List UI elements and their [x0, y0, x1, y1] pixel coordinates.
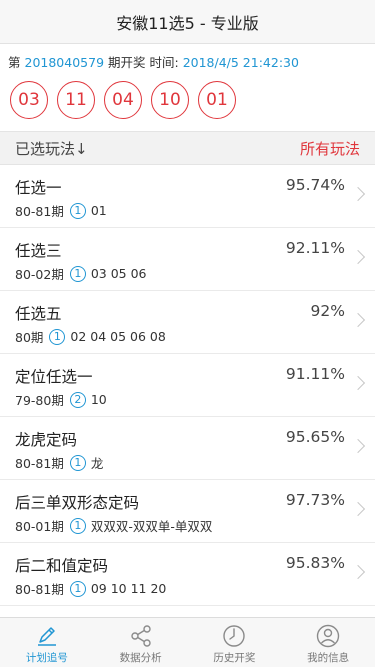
draw-ball: 11: [57, 81, 95, 119]
draw-middle: 期开奖 时间:: [108, 55, 179, 70]
play-numbers: 09 10 11 20: [90, 581, 167, 596]
play-badge: 1: [49, 328, 66, 345]
play-numbers: 双双双-双双单-单双双: [90, 519, 213, 534]
play-period: 80-81期: [15, 204, 64, 219]
play-period: 79-80期: [15, 393, 64, 408]
user-icon: [316, 624, 340, 648]
play-row[interactable]: 任选一 95.74% 80-81期 1 01: [0, 165, 375, 228]
play-numbers: 03 05 06: [90, 266, 147, 281]
play-detail: 80-01期 1 双双双-双双单-单双双: [15, 516, 212, 535]
tab-label: 计划追号: [25, 652, 68, 664]
all-plays-link[interactable]: 所有玩法: [300, 138, 360, 159]
app-header: 安徽11选5 - 专业版: [0, 0, 375, 44]
play-row[interactable]: 后三单双形态定码 97.73% 80-01期 1 双双双-双双单-单双双: [0, 480, 375, 543]
play-percent: 95.83%: [285, 554, 345, 572]
tab-profile[interactable]: 我的信息: [281, 618, 375, 667]
draw-time: 2018/4/5 21:42:30: [182, 55, 299, 70]
play-percent: 92%: [310, 302, 345, 320]
play-name: 任选三: [15, 242, 62, 260]
draw-balls: 03 11 04 10 01: [0, 71, 375, 131]
play-detail: 80-81期 1 09 10 11 20: [15, 579, 166, 598]
page-title: 安徽11选5 - 专业版: [116, 13, 259, 33]
draw-ball: 03: [10, 81, 48, 119]
play-badge: 1: [69, 580, 86, 597]
clock-icon: [223, 625, 246, 647]
play-detail: 80-02期 1 03 05 06: [15, 264, 147, 283]
play-detail: 79-80期 2 10: [15, 390, 107, 409]
play-row[interactable]: 定位任选一 91.11% 79-80期 2 10: [0, 354, 375, 417]
play-badge: 1: [69, 517, 86, 534]
selected-plays-toggle[interactable]: 已选玩法↓: [15, 138, 88, 159]
play-name: 任选一: [15, 179, 62, 197]
play-numbers: 10: [90, 392, 107, 407]
tab-label: 我的信息: [307, 652, 350, 664]
tab-history[interactable]: 历史开奖: [188, 618, 282, 667]
chevron-right-icon: [350, 564, 366, 580]
play-percent: 92.11%: [285, 239, 345, 257]
play-period: 80-02期: [15, 267, 64, 282]
play-name: 后二和值定码: [15, 557, 109, 575]
play-name: 任选五: [15, 305, 62, 323]
play-numbers: 02 04 05 06 08: [70, 329, 166, 344]
play-period: 80-81期: [15, 582, 64, 597]
share-icon: [130, 625, 151, 647]
draw-ball: 01: [198, 81, 236, 119]
play-row[interactable]: 任选三 92.11% 80-02期 1 03 05 06: [0, 228, 375, 291]
play-detail: 80-81期 1 龙: [15, 453, 103, 472]
tab-plan[interactable]: 计划追号: [0, 618, 94, 667]
play-row[interactable]: 后二和值定码 95.83% 80-81期 1 09 10 11 20: [0, 543, 375, 606]
play-badge: 1: [69, 265, 86, 282]
play-period: 80-81期: [15, 456, 64, 471]
draw-ball: 10: [151, 81, 189, 119]
play-numbers: 龙: [90, 456, 104, 471]
play-row[interactable]: 任选五 92% 80期 1 02 04 05 06 08: [0, 291, 375, 354]
draw-issue: 2018040579: [24, 55, 105, 70]
play-percent: 91.11%: [285, 365, 345, 383]
play-name: 龙虎定码: [15, 431, 78, 449]
tab-analysis[interactable]: 数据分析: [94, 618, 188, 667]
draw-ball: 04: [104, 81, 142, 119]
play-numbers: 01: [90, 203, 107, 218]
play-period: 80-01期: [15, 519, 64, 534]
play-name: 后三单双形态定码: [15, 494, 140, 512]
draw-info: 第 2018040579 期开奖 时间: 2018/4/5 21:42:30: [0, 44, 375, 71]
pencil-icon: [37, 627, 56, 646]
tab-label: 历史开奖: [213, 652, 256, 664]
play-row[interactable]: 龙虎定码 95.65% 80-81期 1 龙: [0, 417, 375, 480]
bottom-tab-bar: 计划追号 数据分析 历史开奖 我的信息: [0, 617, 375, 667]
play-percent: 97.73%: [285, 491, 345, 509]
play-badge: 2: [69, 391, 86, 408]
chevron-right-icon: [350, 186, 366, 202]
chevron-right-icon: [350, 312, 366, 328]
draw-prefix: 第: [8, 55, 21, 70]
play-name: 定位任选一: [15, 368, 93, 386]
play-detail: 80期 1 02 04 05 06 08: [15, 327, 166, 346]
play-badge: 1: [69, 454, 86, 471]
play-detail: 80-81期 1 01: [15, 201, 107, 220]
play-list: 任选一 95.74% 80-81期 1 01 任选三 92.11% 80-02期…: [0, 165, 375, 606]
chevron-right-icon: [350, 438, 366, 454]
chevron-right-icon: [350, 249, 366, 265]
tab-label: 数据分析: [119, 652, 162, 664]
play-section-bar: 已选玩法↓ 所有玩法: [0, 131, 375, 165]
play-percent: 95.74%: [285, 176, 345, 194]
play-period: 80期: [15, 330, 44, 345]
chevron-right-icon: [350, 375, 366, 391]
play-percent: 95.65%: [285, 428, 345, 446]
chevron-right-icon: [350, 501, 366, 517]
play-badge: 1: [69, 202, 86, 219]
